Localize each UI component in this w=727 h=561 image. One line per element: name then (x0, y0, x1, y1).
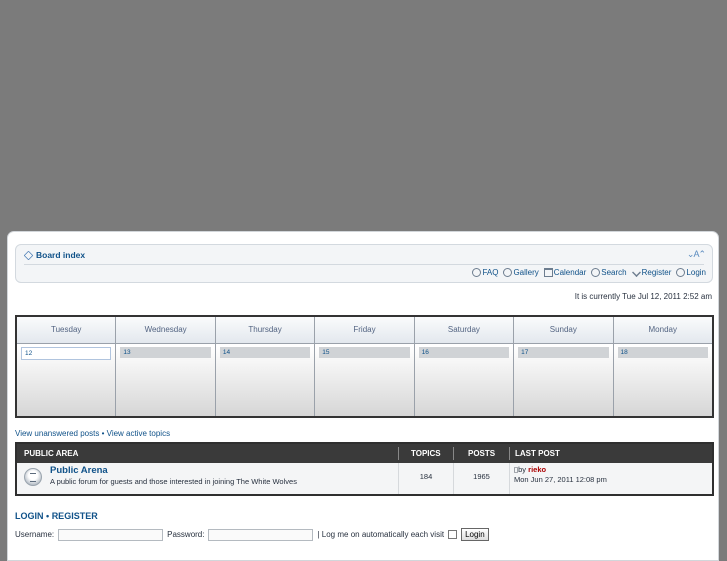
calendar-link[interactable]: Calendar (543, 268, 587, 277)
quick-links-separator: • (101, 429, 105, 438)
power-icon (676, 268, 686, 277)
login-header: LOGIN • REGISTER (15, 511, 98, 521)
header-area: PUBLIC AREA (24, 449, 79, 458)
login-button[interactable]: Login (461, 528, 489, 541)
day-name: Sunday (514, 317, 613, 344)
nav-links: FAQ Gallery Calendar Search Register Log… (472, 268, 706, 277)
login-header-separator: • (46, 511, 50, 521)
username-label: Username: (15, 530, 55, 539)
question-icon (472, 268, 482, 277)
board-index-link[interactable]: Board index (23, 250, 86, 260)
font-resize-icon[interactable]: ⌄A⌃ (687, 249, 706, 260)
calendar-day: Saturday 16 (414, 317, 515, 416)
day-number[interactable]: 18 (617, 347, 708, 358)
main-panel: Board index ⌄A⌃ FAQ Gallery Calendar Sea… (7, 231, 719, 561)
last-post-date: Mon Jun 27, 2011 12:08 pm (514, 475, 607, 484)
day-name: Wednesday (116, 317, 215, 344)
register-header-link[interactable]: REGISTER (52, 511, 98, 521)
topics-count: 184 (419, 472, 433, 481)
login-link[interactable]: Login (676, 268, 706, 277)
row-divider (509, 463, 510, 494)
quick-links: View unanswered posts • View active topi… (15, 429, 170, 438)
faq-label: FAQ (482, 268, 499, 277)
forum-description: A public forum for guests and those inte… (50, 477, 297, 486)
calendar-week: Tuesday 12 Wednesday 13 Thursday 14 Frid… (15, 315, 714, 418)
forum-table: PUBLIC AREA TOPICS POSTS LAST POST Publi… (15, 442, 714, 496)
forum-read-icon (24, 468, 42, 486)
navbar-divider (24, 264, 704, 265)
day-name: Monday (613, 317, 712, 344)
last-post-by: by (518, 465, 527, 474)
forum-title-link[interactable]: Public Arena (50, 465, 108, 476)
gallery-icon (503, 268, 513, 277)
header-last-post: LAST POST (515, 449, 560, 458)
search-label: Search (601, 268, 627, 277)
login-form: Username: Password: | Log me on automati… (15, 528, 489, 541)
navbar: Board index ⌄A⌃ FAQ Gallery Calendar Sea… (15, 244, 713, 283)
day-name: Friday (315, 317, 414, 344)
current-time: It is currently Tue Jul 12, 2011 2:52 am (574, 292, 712, 301)
day-name: Saturday (414, 317, 514, 344)
calendar-day: Thursday 14 (215, 317, 316, 416)
search-icon (591, 268, 601, 277)
auto-login-label: | Log me on automatically each visit (317, 530, 445, 539)
password-label: Password: (167, 530, 205, 539)
register-label: Register (641, 268, 672, 277)
header-divider (509, 447, 510, 460)
day-number[interactable]: 13 (120, 347, 211, 358)
day-number[interactable]: 14 (219, 347, 311, 358)
day-number[interactable]: 16 (418, 347, 510, 358)
calendar-label: Calendar (553, 268, 587, 277)
login-label: Login (686, 268, 706, 277)
calendar-day: Wednesday 13 (116, 317, 216, 416)
last-post-info: ▯by rieko Mon Jun 27, 2011 12:08 pm (514, 465, 607, 485)
register-icon (631, 268, 641, 277)
header-divider (453, 447, 454, 460)
last-post-author-link[interactable]: rieko (528, 465, 546, 474)
faq-link[interactable]: FAQ (472, 268, 498, 277)
day-number[interactable]: 15 (319, 347, 410, 358)
calendar-day: Friday 15 (315, 317, 415, 416)
home-icon (23, 250, 34, 260)
forum-row: Public Arena A public forum for guests a… (17, 463, 712, 494)
calendar-icon (543, 268, 553, 277)
forum-table-header: PUBLIC AREA TOPICS POSTS LAST POST (17, 444, 712, 463)
calendar-day: Monday 18 (613, 317, 712, 416)
gallery-link[interactable]: Gallery (503, 268, 539, 277)
username-input[interactable] (58, 528, 164, 541)
board-index-label: Board index (36, 250, 86, 260)
register-link[interactable]: Register (631, 268, 672, 277)
gallery-label: Gallery (513, 268, 539, 277)
posts-count: 1965 (473, 472, 490, 481)
day-number[interactable]: 17 (518, 347, 609, 358)
search-link[interactable]: Search (591, 268, 627, 277)
calendar-day: Tuesday 12 (17, 317, 117, 416)
header-topics: TOPICS (411, 449, 441, 458)
day-name: Tuesday (17, 317, 116, 344)
day-number[interactable]: 12 (21, 347, 112, 360)
day-name: Thursday (215, 317, 315, 344)
calendar-day: Sunday 17 (514, 317, 614, 416)
auto-login-checkbox[interactable] (448, 530, 458, 539)
header-posts: POSTS (468, 449, 496, 458)
header-divider (398, 447, 399, 460)
unanswered-posts-link[interactable]: View unanswered posts (15, 429, 99, 438)
password-input[interactable] (208, 528, 314, 541)
login-header-link[interactable]: LOGIN (15, 511, 44, 521)
active-topics-link[interactable]: View active topics (107, 429, 170, 438)
